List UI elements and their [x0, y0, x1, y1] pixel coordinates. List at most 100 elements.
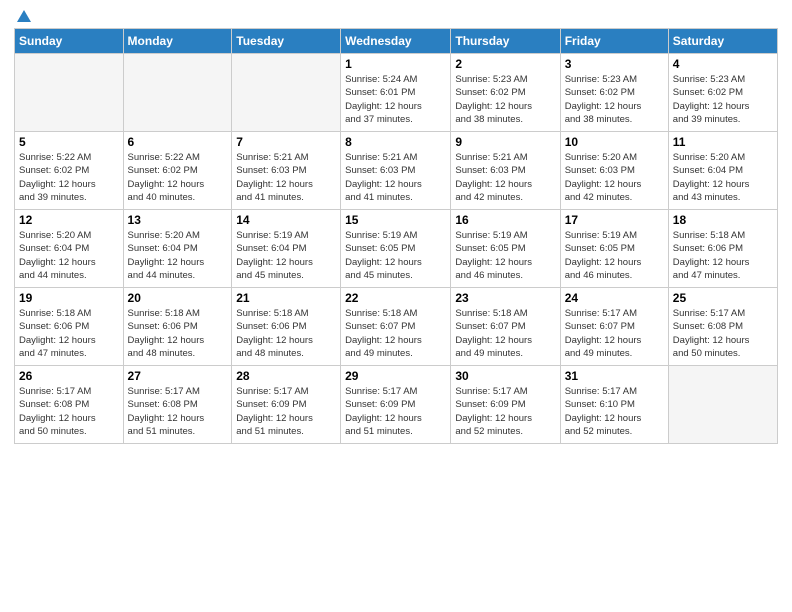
weekday-header-wednesday: Wednesday [341, 29, 451, 54]
day-info: Sunrise: 5:18 AM Sunset: 6:06 PM Dayligh… [19, 307, 119, 360]
logo-text [14, 10, 31, 22]
day-info: Sunrise: 5:20 AM Sunset: 6:03 PM Dayligh… [565, 151, 664, 204]
day-number: 2 [455, 57, 555, 71]
day-info: Sunrise: 5:19 AM Sunset: 6:05 PM Dayligh… [565, 229, 664, 282]
day-info: Sunrise: 5:19 AM Sunset: 6:04 PM Dayligh… [236, 229, 336, 282]
day-number: 9 [455, 135, 555, 149]
week-row-4: 26Sunrise: 5:17 AM Sunset: 6:08 PM Dayli… [15, 366, 778, 444]
day-info: Sunrise: 5:18 AM Sunset: 6:06 PM Dayligh… [673, 229, 773, 282]
calendar-cell: 11Sunrise: 5:20 AM Sunset: 6:04 PM Dayli… [668, 132, 777, 210]
week-row-2: 12 Sunrise: 5:20 AM Sunset: 6:04 PM Dayli… [15, 210, 778, 288]
day-number: 7 [236, 135, 336, 149]
calendar-cell: 5 Sunrise: 5:22 AM Sunset: 6:02 PM Daylig… [15, 132, 124, 210]
calendar-cell: 10 Sunrise: 5:20 AM Sunset: 6:03 PM Dayli… [560, 132, 668, 210]
day-number: 17 [565, 213, 664, 227]
day-number: 16 [455, 213, 555, 227]
day-number: 15 [345, 213, 446, 227]
day-info: Sunrise: 5:19 AM Sunset: 6:05 PM Dayligh… [455, 229, 555, 282]
day-info: Sunrise: 5:17 AM Sunset: 6:08 PM Dayligh… [19, 385, 119, 438]
day-number: 18 [673, 213, 773, 227]
day-number: 3 [565, 57, 664, 71]
weekday-header-tuesday: Tuesday [232, 29, 341, 54]
logo-triangle-icon [17, 10, 31, 22]
day-info: Sunrise: 5:17 AM Sunset: 6:08 PM Dayligh… [128, 385, 228, 438]
calendar-table: SundayMondayTuesdayWednesdayThursdayFrid… [14, 28, 778, 444]
day-info: Sunrise: 5:21 AM Sunset: 6:03 PM Dayligh… [345, 151, 446, 204]
week-row-3: 19 Sunrise: 5:18 AM Sunset: 6:06 PM Dayli… [15, 288, 778, 366]
calendar-cell: 21 Sunrise: 5:18 AM Sunset: 6:06 PM Dayli… [232, 288, 341, 366]
day-number: 14 [236, 213, 336, 227]
calendar-cell: 7Sunrise: 5:21 AM Sunset: 6:03 PM Daylig… [232, 132, 341, 210]
day-info: Sunrise: 5:17 AM Sunset: 6:10 PM Dayligh… [565, 385, 664, 438]
day-number: 19 [19, 291, 119, 305]
day-info: Sunrise: 5:20 AM Sunset: 6:04 PM Dayligh… [673, 151, 773, 204]
day-number: 28 [236, 369, 336, 383]
calendar-cell: 15 Sunrise: 5:19 AM Sunset: 6:05 PM Dayli… [341, 210, 451, 288]
weekday-header-monday: Monday [123, 29, 232, 54]
day-info: Sunrise: 5:20 AM Sunset: 6:04 PM Dayligh… [128, 229, 228, 282]
calendar-cell: 22Sunrise: 5:18 AM Sunset: 6:07 PM Dayli… [341, 288, 451, 366]
day-number: 25 [673, 291, 773, 305]
day-number: 22 [345, 291, 446, 305]
day-number: 4 [673, 57, 773, 71]
calendar-cell: 23Sunrise: 5:18 AM Sunset: 6:07 PM Dayli… [451, 288, 560, 366]
day-number: 12 [19, 213, 119, 227]
day-number: 27 [128, 369, 228, 383]
day-info: Sunrise: 5:23 AM Sunset: 6:02 PM Dayligh… [673, 73, 773, 126]
calendar-cell [123, 54, 232, 132]
calendar-cell: 4 Sunrise: 5:23 AM Sunset: 6:02 PM Daylig… [668, 54, 777, 132]
logo [14, 10, 31, 22]
weekday-header-friday: Friday [560, 29, 668, 54]
day-info: Sunrise: 5:21 AM Sunset: 6:03 PM Dayligh… [455, 151, 555, 204]
day-number: 5 [19, 135, 119, 149]
day-info: Sunrise: 5:24 AM Sunset: 6:01 PM Dayligh… [345, 73, 446, 126]
calendar-cell: 24 Sunrise: 5:17 AM Sunset: 6:07 PM Dayli… [560, 288, 668, 366]
day-info: Sunrise: 5:17 AM Sunset: 6:07 PM Dayligh… [565, 307, 664, 360]
day-info: Sunrise: 5:17 AM Sunset: 6:09 PM Dayligh… [455, 385, 555, 438]
day-info: Sunrise: 5:20 AM Sunset: 6:04 PM Dayligh… [19, 229, 119, 282]
logo-top [14, 10, 31, 22]
calendar-cell: 19 Sunrise: 5:18 AM Sunset: 6:06 PM Dayli… [15, 288, 124, 366]
weekday-header-thursday: Thursday [451, 29, 560, 54]
calendar-cell: 8Sunrise: 5:21 AM Sunset: 6:03 PM Daylig… [341, 132, 451, 210]
page-container: SundayMondayTuesdayWednesdayThursdayFrid… [0, 0, 792, 452]
calendar-cell: 16 Sunrise: 5:19 AM Sunset: 6:05 PM Dayli… [451, 210, 560, 288]
day-info: Sunrise: 5:17 AM Sunset: 6:08 PM Dayligh… [673, 307, 773, 360]
day-number: 1 [345, 57, 446, 71]
day-info: Sunrise: 5:18 AM Sunset: 6:06 PM Dayligh… [128, 307, 228, 360]
calendar-cell: 9 Sunrise: 5:21 AM Sunset: 6:03 PM Daylig… [451, 132, 560, 210]
day-info: Sunrise: 5:22 AM Sunset: 6:02 PM Dayligh… [19, 151, 119, 204]
day-number: 13 [128, 213, 228, 227]
calendar-cell: 27 Sunrise: 5:17 AM Sunset: 6:08 PM Dayli… [123, 366, 232, 444]
day-number: 29 [345, 369, 446, 383]
week-row-0: 1 Sunrise: 5:24 AM Sunset: 6:01 PM Daylig… [15, 54, 778, 132]
weekday-header-row: SundayMondayTuesdayWednesdayThursdayFrid… [15, 29, 778, 54]
calendar-cell [232, 54, 341, 132]
day-info: Sunrise: 5:17 AM Sunset: 6:09 PM Dayligh… [345, 385, 446, 438]
day-number: 24 [565, 291, 664, 305]
calendar-cell: 20Sunrise: 5:18 AM Sunset: 6:06 PM Dayli… [123, 288, 232, 366]
calendar-cell: 31Sunrise: 5:17 AM Sunset: 6:10 PM Dayli… [560, 366, 668, 444]
calendar-cell: 29 Sunrise: 5:17 AM Sunset: 6:09 PM Dayli… [341, 366, 451, 444]
header-row [14, 10, 778, 22]
day-info: Sunrise: 5:22 AM Sunset: 6:02 PM Dayligh… [128, 151, 228, 204]
calendar-cell: 2 Sunrise: 5:23 AM Sunset: 6:02 PM Daylig… [451, 54, 560, 132]
day-number: 6 [128, 135, 228, 149]
calendar-cell: 3 Sunrise: 5:23 AM Sunset: 6:02 PM Daylig… [560, 54, 668, 132]
day-number: 21 [236, 291, 336, 305]
day-info: Sunrise: 5:23 AM Sunset: 6:02 PM Dayligh… [455, 73, 555, 126]
day-info: Sunrise: 5:23 AM Sunset: 6:02 PM Dayligh… [565, 73, 664, 126]
calendar-cell: 18 Sunrise: 5:18 AM Sunset: 6:06 PM Dayli… [668, 210, 777, 288]
calendar-cell: 13 Sunrise: 5:20 AM Sunset: 6:04 PM Dayli… [123, 210, 232, 288]
day-info: Sunrise: 5:18 AM Sunset: 6:06 PM Dayligh… [236, 307, 336, 360]
calendar-cell: 1 Sunrise: 5:24 AM Sunset: 6:01 PM Daylig… [341, 54, 451, 132]
calendar-cell: 14 Sunrise: 5:19 AM Sunset: 6:04 PM Dayli… [232, 210, 341, 288]
weekday-header-sunday: Sunday [15, 29, 124, 54]
day-number: 10 [565, 135, 664, 149]
calendar-cell: 25 Sunrise: 5:17 AM Sunset: 6:08 PM Dayli… [668, 288, 777, 366]
calendar-cell: 6 Sunrise: 5:22 AM Sunset: 6:02 PM Daylig… [123, 132, 232, 210]
day-info: Sunrise: 5:18 AM Sunset: 6:07 PM Dayligh… [455, 307, 555, 360]
calendar-cell [668, 366, 777, 444]
day-info: Sunrise: 5:19 AM Sunset: 6:05 PM Dayligh… [345, 229, 446, 282]
calendar-cell: 17 Sunrise: 5:19 AM Sunset: 6:05 PM Dayli… [560, 210, 668, 288]
